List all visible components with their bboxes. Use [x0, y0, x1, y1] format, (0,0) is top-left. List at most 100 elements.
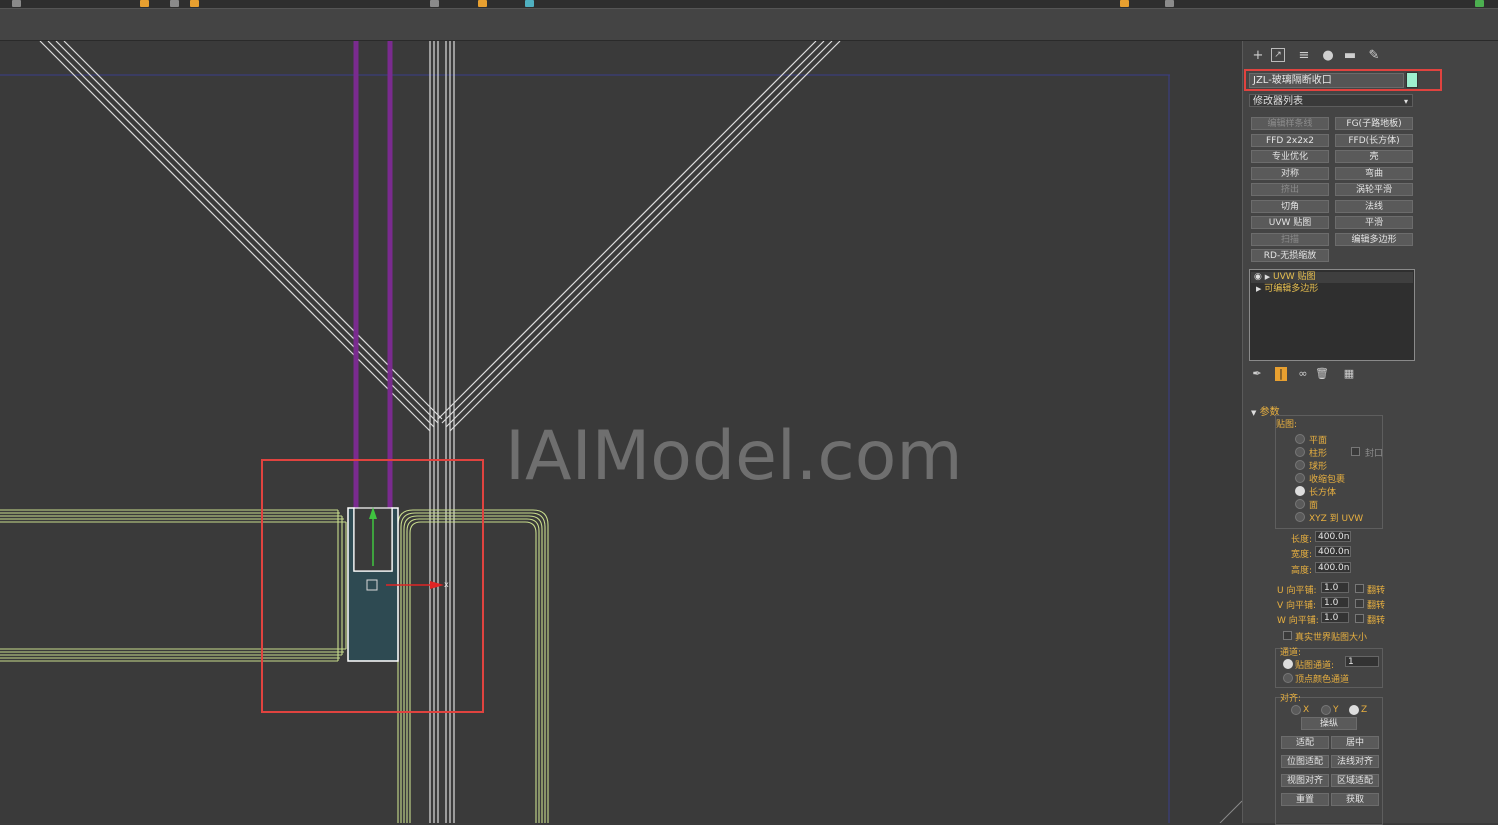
- map-channel-radio[interactable]: [1283, 659, 1293, 669]
- height-label: 高度:: [1291, 566, 1313, 576]
- viewport[interactable]: x IAIModel.com: [0, 41, 1242, 823]
- beam-left: [0, 509, 347, 662]
- align-y-radio[interactable]: [1321, 705, 1331, 715]
- modifier-button[interactable]: 挤出: [1251, 183, 1329, 196]
- u-tile-spinner[interactable]: 1.0: [1321, 582, 1349, 593]
- utilities-tab-icon[interactable]: ✎: [1365, 48, 1383, 64]
- u-flip-checkbox[interactable]: [1355, 584, 1364, 593]
- main-toolbar: [0, 0, 1498, 9]
- parameters-rollout: ▼ 参数 贴图: 平面 柱形 球形 收缩包裹 长方体面 XYZ 到 UVW 封口 长度: …: [1249, 401, 1413, 825]
- expand-arrow-icon[interactable]: ▶: [1256, 285, 1261, 293]
- corner-line: [1219, 800, 1242, 823]
- render-icon[interactable]: [525, 0, 534, 7]
- watermark-text: IAIModel.com: [505, 417, 963, 496]
- mapping-radio[interactable]: [1295, 460, 1305, 470]
- fit-button[interactable]: 适配: [1281, 736, 1329, 749]
- material-icon[interactable]: [1120, 0, 1129, 7]
- w-flip-label: 翻转: [1367, 616, 1386, 626]
- length-spinner[interactable]: 400.0n: [1315, 531, 1351, 542]
- undo-icon[interactable]: [12, 0, 21, 7]
- create-tab-icon[interactable]: +: [1249, 48, 1267, 64]
- w-flip-checkbox[interactable]: [1355, 614, 1364, 623]
- modifier-button[interactable]: 对称: [1251, 166, 1329, 180]
- move-icon[interactable]: [430, 0, 439, 7]
- modifier-button[interactable]: FFD 2x2x2: [1251, 133, 1329, 147]
- mapping-radio[interactable]: [1295, 434, 1305, 444]
- region-select-icon[interactable]: [170, 0, 179, 7]
- modifier-button[interactable]: 切角: [1251, 199, 1329, 213]
- show-end-result-icon[interactable]: |: [1275, 367, 1287, 381]
- real-world-checkbox[interactable]: [1283, 631, 1292, 640]
- modifier-list-dropdown[interactable]: 修改器列表 ▾: [1249, 94, 1413, 107]
- modifier-button[interactable]: 弯曲: [1335, 166, 1413, 180]
- command-panel: + ↗ ≡ ● ▬ ✎ JZL-玻璃隔断收口 修改器列表 ▾ 编辑样条线 FG(子…: [1242, 41, 1498, 825]
- acquire-button[interactable]: 获取: [1331, 793, 1379, 806]
- render-setup-icon[interactable]: [1165, 0, 1174, 7]
- mapping-radio[interactable]: [1295, 486, 1305, 496]
- modifier-button[interactable]: 涡轮平滑: [1335, 183, 1413, 196]
- channel-label: 通道:: [1280, 648, 1302, 658]
- modify-tab-icon[interactable]: ↗: [1271, 48, 1285, 62]
- mapping-radio[interactable]: [1295, 499, 1305, 509]
- beam-right: [397, 509, 549, 823]
- modifier-button[interactable]: 专业优化: [1251, 150, 1329, 163]
- align-y-label: Y: [1333, 705, 1339, 715]
- cap-checkbox[interactable]: [1351, 447, 1360, 456]
- modifier-button[interactable]: 编辑样条线: [1251, 117, 1329, 130]
- collapse-icon: ▼: [1251, 409, 1257, 417]
- stack-item-label: 可编辑多边形: [1264, 284, 1319, 294]
- configure-sets-icon[interactable]: ▦: [1343, 367, 1355, 381]
- motion-tab-icon[interactable]: ●: [1319, 48, 1337, 64]
- display-tab-icon[interactable]: ▬: [1341, 48, 1359, 64]
- v-flip-checkbox[interactable]: [1355, 599, 1364, 608]
- map-channel-label: 贴图通道:: [1295, 661, 1335, 671]
- reset-button[interactable]: 重置: [1281, 793, 1329, 806]
- make-unique-icon[interactable]: ∞: [1297, 367, 1309, 381]
- align-x-radio[interactable]: [1291, 705, 1301, 715]
- modifier-button[interactable]: FG(子路地板): [1335, 117, 1413, 130]
- w-tile-spinner[interactable]: 1.0: [1321, 612, 1349, 623]
- pin-stack-icon[interactable]: ✒: [1251, 367, 1263, 381]
- mapping-group-label: 贴图:: [1276, 420, 1298, 430]
- mapping-radio[interactable]: [1295, 473, 1305, 483]
- modifier-button[interactable]: RD-无损缩放: [1251, 249, 1329, 262]
- view-align-button[interactable]: 视图对齐: [1281, 774, 1329, 787]
- modifier-button[interactable]: UVW 贴图: [1251, 216, 1329, 229]
- height-spinner[interactable]: 400.0n: [1315, 562, 1351, 573]
- modifier-button[interactable]: 编辑多边形: [1335, 232, 1413, 246]
- modifier-button[interactable]: 法线: [1335, 199, 1413, 213]
- region-fit-button[interactable]: 区域适配: [1331, 774, 1379, 787]
- diagonal-left: [39, 41, 443, 432]
- modifier-button[interactable]: FFD(长方体): [1335, 133, 1413, 147]
- snap-icon[interactable]: [478, 0, 487, 7]
- modifier-button[interactable]: 扫描: [1251, 232, 1329, 246]
- mapping-option-label: 柱形: [1309, 449, 1328, 459]
- normal-align-button[interactable]: 法线对齐: [1331, 755, 1379, 768]
- modifier-stack[interactable]: ◉ ▶ UVW 贴图 ▶ 可编辑多边形: [1249, 269, 1415, 361]
- mapping-option-label: 收缩包裹: [1309, 475, 1346, 485]
- hierarchy-tab-icon[interactable]: ≡: [1295, 48, 1313, 64]
- v-tile-spinner[interactable]: 1.0: [1321, 597, 1349, 608]
- modifier-button[interactable]: 壳: [1335, 150, 1413, 163]
- center-button[interactable]: 居中: [1331, 736, 1379, 749]
- select-tool-icon[interactable]: [140, 0, 149, 7]
- modifier-button[interactable]: 平滑: [1335, 216, 1413, 229]
- window-crossing-icon[interactable]: [190, 0, 199, 7]
- align-z-radio[interactable]: [1349, 705, 1359, 715]
- status-icon: [1475, 0, 1484, 7]
- bitmap-fit-button[interactable]: 位图适配: [1281, 755, 1329, 768]
- mapping-option-label: 面: [1309, 501, 1319, 511]
- vertex-color-radio[interactable]: [1283, 673, 1293, 683]
- mapping-option-label: XYZ 到 UVW: [1309, 514, 1364, 524]
- mapping-radio[interactable]: [1295, 447, 1305, 457]
- remove-modifier-icon[interactable]: 🗑: [1315, 367, 1329, 381]
- stack-item-editable-poly[interactable]: ▶ 可编辑多边形: [1251, 284, 1413, 295]
- eye-icon[interactable]: ◉: [1254, 272, 1262, 282]
- stack-item-uvw[interactable]: ◉ ▶ UVW 贴图: [1251, 272, 1413, 283]
- map-channel-spinner[interactable]: 1: [1345, 656, 1379, 667]
- expand-arrow-icon[interactable]: ▶: [1265, 273, 1270, 281]
- width-spinner[interactable]: 400.0n: [1315, 546, 1351, 557]
- manipulate-button[interactable]: 操纵: [1301, 717, 1357, 730]
- mapping-radio[interactable]: [1295, 512, 1305, 522]
- u-flip-label: 翻转: [1367, 586, 1386, 596]
